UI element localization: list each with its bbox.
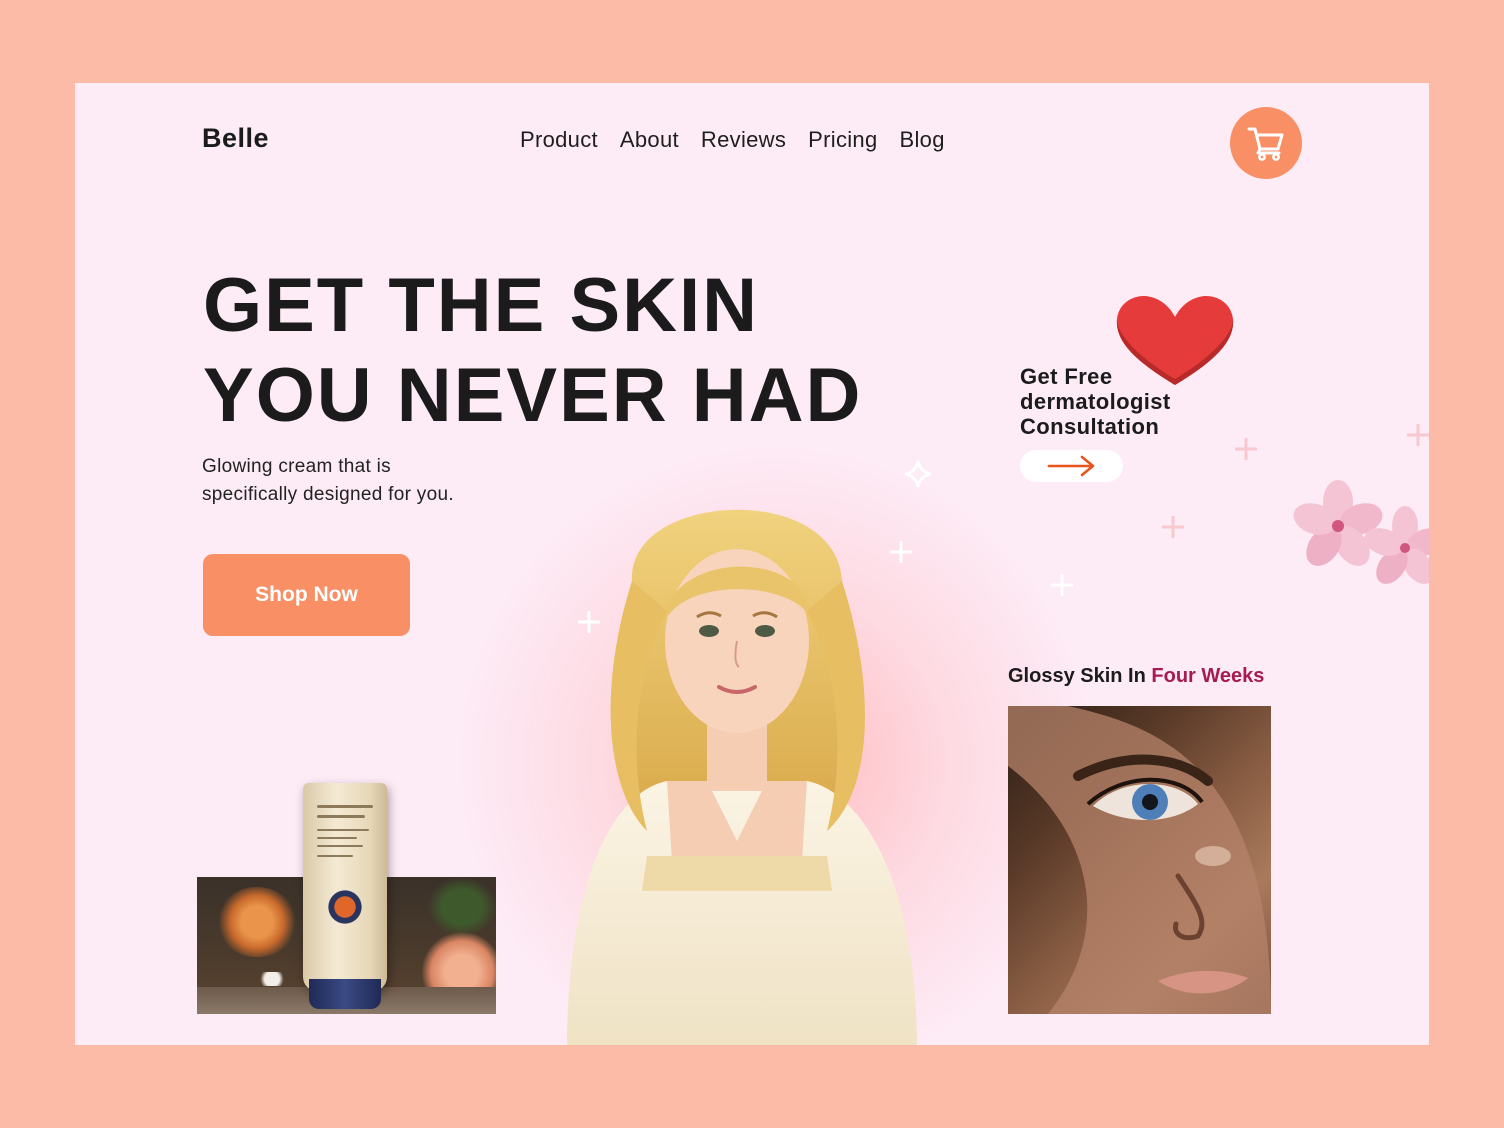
tube-cap [309, 979, 381, 1009]
sparkle-icon [904, 460, 932, 488]
sparkle-icon [1235, 438, 1257, 460]
cream-tube [303, 783, 387, 1009]
tube-floral-print [321, 879, 369, 935]
glossy-prefix: Glossy Skin In [1008, 665, 1152, 687]
glossy-skin-heading: Glossy Skin In Four Weeks [1008, 665, 1264, 688]
hero-subtitle-line-2: specifically designed for you. [202, 484, 454, 505]
model-portrait [567, 509, 917, 1045]
salt-crystals [252, 972, 292, 986]
nav-item-blog[interactable]: Blog [900, 127, 945, 153]
hero-title-line-1: GET THE SKIN [203, 263, 760, 348]
hero-title: GET THE SKIN YOU NEVER HAD [203, 261, 862, 441]
face-closeup [1008, 706, 1271, 1014]
cherry-blossom [1293, 480, 1429, 584]
consultation-title: Get Free dermatologist Consultation [1020, 364, 1171, 439]
skin-closeup-photo [1008, 706, 1271, 1014]
cart-button[interactable] [1230, 107, 1302, 179]
cart-icon [1247, 127, 1284, 161]
sparkle-icon [1407, 424, 1429, 446]
landing-card: Belle Product About Reviews Pricing Blog… [75, 83, 1429, 1045]
nav-item-pricing[interactable]: Pricing [808, 127, 877, 153]
shop-now-button[interactable]: Shop Now [203, 554, 410, 636]
arrow-right-icon [1047, 455, 1094, 477]
sparkle-icon [1162, 516, 1184, 538]
nav-item-product[interactable]: Product [520, 127, 598, 153]
hero-title-line-2: YOU NEVER HAD [203, 353, 863, 438]
sparkle-icon [1051, 574, 1073, 596]
glossy-accent: Four Weeks [1151, 665, 1265, 687]
sparkle-icon [890, 541, 912, 563]
consultation-line-2: dermatologist [1020, 389, 1171, 414]
hero-subtitle-line-1: Glowing cream that is [202, 456, 391, 477]
leaf [427, 877, 496, 937]
nav-item-about[interactable]: About [620, 127, 679, 153]
hero-subtitle: Glowing cream that is specifically desig… [202, 453, 522, 509]
sparkle-icon [578, 611, 600, 633]
brand-logo[interactable]: Belle [202, 123, 269, 154]
orange-flower [217, 887, 297, 957]
consultation-arrow-button[interactable] [1020, 450, 1123, 482]
nav-item-reviews[interactable]: Reviews [701, 127, 786, 153]
consultation-line-1: Get Free [1020, 364, 1113, 389]
main-nav: Product About Reviews Pricing Blog [520, 127, 967, 153]
consultation-line-3: Consultation [1020, 414, 1160, 439]
